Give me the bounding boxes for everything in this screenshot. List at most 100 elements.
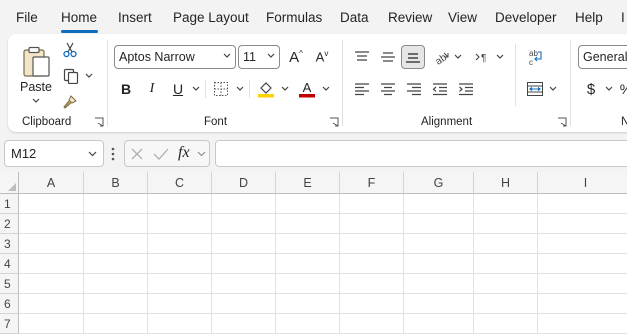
font-name-select[interactable]: Aptos Narrow: [114, 45, 236, 69]
cell-h7[interactable]: [474, 314, 538, 334]
chevron-down-icon[interactable]: [496, 54, 504, 60]
cell-a1[interactable]: [19, 194, 84, 214]
tab-file[interactable]: File: [16, 10, 38, 25]
tab-data[interactable]: Data: [340, 10, 369, 25]
cell-f7[interactable]: [340, 314, 404, 334]
cell-a4[interactable]: [19, 254, 84, 274]
cell-c1[interactable]: [148, 194, 212, 214]
cell-b4[interactable]: [84, 254, 148, 274]
cell-i4[interactable]: [538, 254, 627, 274]
cell-a3[interactable]: [19, 234, 84, 254]
cell-c4[interactable]: [148, 254, 212, 274]
tab-formulas[interactable]: Formulas: [266, 10, 322, 25]
row-header-7[interactable]: 7: [0, 314, 19, 334]
font-color-button[interactable]: A: [297, 78, 317, 100]
dialog-launcher-icon[interactable]: [94, 117, 104, 127]
row-header-1[interactable]: 1: [0, 194, 19, 214]
chevron-down-icon[interactable]: [281, 86, 289, 92]
row-header-2[interactable]: 2: [0, 214, 19, 234]
cell-f1[interactable]: [340, 194, 404, 214]
formula-input[interactable]: [215, 140, 627, 167]
cell-f4[interactable]: [340, 254, 404, 274]
accounting-format-button[interactable]: $: [582, 78, 600, 100]
cell-e6[interactable]: [276, 294, 340, 314]
fill-color-button[interactable]: [256, 78, 276, 100]
column-header-e[interactable]: E: [276, 172, 340, 194]
cell-h1[interactable]: [474, 194, 538, 214]
text-direction-button[interactable]: ¶: [472, 46, 494, 68]
column-header-i[interactable]: I: [538, 172, 627, 194]
cell-h3[interactable]: [474, 234, 538, 254]
top-align-button[interactable]: [351, 46, 373, 68]
dialog-launcher-icon[interactable]: [557, 117, 567, 127]
cell-a7[interactable]: [19, 314, 84, 334]
cell-f3[interactable]: [340, 234, 404, 254]
middle-align-button[interactable]: [377, 46, 399, 68]
column-header-c[interactable]: C: [148, 172, 212, 194]
row-header-4[interactable]: 4: [0, 254, 19, 274]
tab-page-layout[interactable]: Page Layout: [173, 10, 249, 25]
cell-b3[interactable]: [84, 234, 148, 254]
cell-i5[interactable]: [538, 274, 627, 294]
cell-d6[interactable]: [212, 294, 276, 314]
cell-b2[interactable]: [84, 214, 148, 234]
decrease-indent-button[interactable]: [429, 78, 451, 100]
chevron-down-icon[interactable]: [322, 86, 330, 92]
column-header-d[interactable]: D: [212, 172, 276, 194]
cell-f5[interactable]: [340, 274, 404, 294]
paste-button[interactable]: Paste: [16, 40, 56, 110]
row-header-6[interactable]: 6: [0, 294, 19, 314]
increase-font-size-button[interactable]: A^: [286, 46, 306, 68]
align-center-button[interactable]: [377, 78, 399, 100]
align-left-button[interactable]: [351, 78, 373, 100]
increase-indent-button[interactable]: [455, 78, 477, 100]
cell-h4[interactable]: [474, 254, 538, 274]
cut-button[interactable]: [60, 40, 80, 60]
tab-view[interactable]: View: [448, 10, 477, 25]
cell-g4[interactable]: [404, 254, 474, 274]
tab-insert[interactable]: Insert: [118, 10, 152, 25]
select-all-corner[interactable]: [0, 172, 19, 194]
row-header-3[interactable]: 3: [0, 234, 19, 254]
bottom-align-button[interactable]: [401, 45, 425, 69]
cell-f6[interactable]: [340, 294, 404, 314]
dialog-launcher-icon[interactable]: [329, 117, 339, 127]
cell-c2[interactable]: [148, 214, 212, 234]
cell-h5[interactable]: [474, 274, 538, 294]
wrap-text-button[interactable]: ab c: [524, 46, 546, 68]
tab-help[interactable]: Help: [575, 10, 603, 25]
cell-b5[interactable]: [84, 274, 148, 294]
underline-button[interactable]: U: [168, 78, 188, 100]
cell-e5[interactable]: [276, 274, 340, 294]
column-header-a[interactable]: A: [19, 172, 84, 194]
cell-i7[interactable]: [538, 314, 627, 334]
cell-g6[interactable]: [404, 294, 474, 314]
cell-e3[interactable]: [276, 234, 340, 254]
copy-button[interactable]: [60, 66, 96, 86]
cell-g5[interactable]: [404, 274, 474, 294]
cell-g3[interactable]: [404, 234, 474, 254]
tab-developer[interactable]: Developer: [495, 10, 557, 25]
chevron-down-icon[interactable]: [236, 86, 244, 92]
cell-i1[interactable]: [538, 194, 627, 214]
borders-button[interactable]: [211, 78, 231, 100]
bold-button[interactable]: B: [116, 78, 136, 100]
chevron-down-icon[interactable]: [192, 86, 200, 92]
chevron-down-icon[interactable]: [454, 54, 462, 60]
cell-e7[interactable]: [276, 314, 340, 334]
cell-g2[interactable]: [404, 214, 474, 234]
tab-overflow[interactable]: I: [621, 10, 625, 25]
tab-home[interactable]: Home: [61, 10, 97, 25]
worksheet-grid[interactable]: ABCDEFGHI 1234567: [0, 172, 627, 334]
cell-h2[interactable]: [474, 214, 538, 234]
cell-c5[interactable]: [148, 274, 212, 294]
format-painter-button[interactable]: [60, 92, 80, 112]
cell-d1[interactable]: [212, 194, 276, 214]
italic-button[interactable]: I: [142, 78, 162, 100]
column-header-g[interactable]: G: [404, 172, 474, 194]
chevron-down-icon[interactable]: [549, 86, 557, 92]
cell-d7[interactable]: [212, 314, 276, 334]
insert-function-button[interactable]: fx: [178, 144, 190, 162]
cell-b6[interactable]: [84, 294, 148, 314]
font-size-select[interactable]: 11: [238, 45, 280, 69]
